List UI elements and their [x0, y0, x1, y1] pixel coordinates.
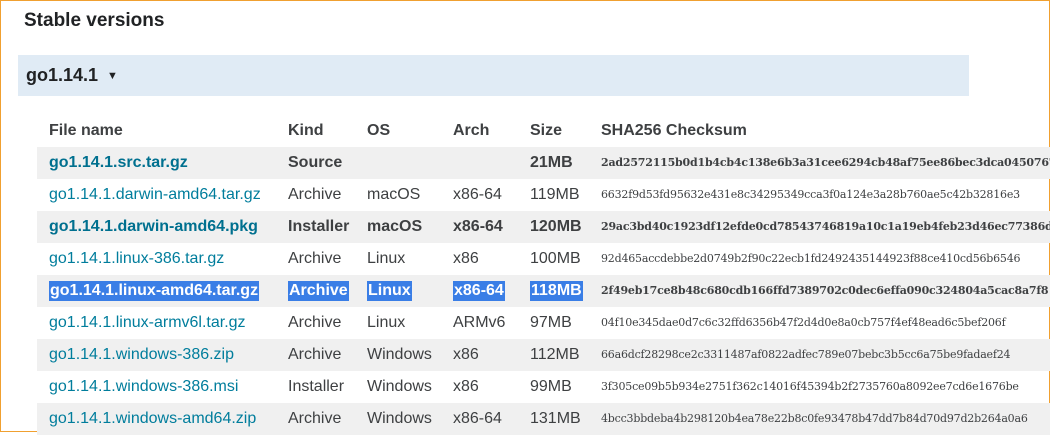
- table-row: go1.14.1.windows-amd64.zip Archive Windo…: [37, 403, 1050, 435]
- downloads-table: File name Kind OS Arch Size SHA256 Check…: [37, 115, 1050, 435]
- size-cell: 21MB: [530, 154, 573, 171]
- file-link[interactable]: go1.14.1.darwin-amd64.tar.gz: [49, 186, 261, 203]
- file-link[interactable]: go1.14.1.linux-386.tar.gz: [49, 250, 224, 267]
- size-cell: 119MB: [530, 186, 580, 203]
- file-link[interactable]: go1.14.1.windows-386.msi: [49, 378, 238, 395]
- os-cell: Linux: [367, 314, 406, 331]
- file-link[interactable]: go1.14.1.linux-amd64.tar.gz: [49, 281, 260, 301]
- caret-down-icon: ▼: [107, 69, 118, 82]
- kind-cell: Archive: [288, 281, 349, 301]
- arch-cell: x86: [453, 378, 479, 395]
- column-header-sha256: SHA256 Checksum: [601, 122, 747, 139]
- checksum-cell: 4bcc3bbdeba4b298120b4ea78e22b8c0fe93478b…: [601, 412, 1028, 425]
- table-row: go1.14.1.darwin-amd64.tar.gz Archive mac…: [37, 179, 1050, 211]
- table-row: go1.14.1.linux-386.tar.gz Archive Linux …: [37, 243, 1050, 275]
- os-cell: macOS: [367, 218, 423, 235]
- size-cell: 131MB: [530, 410, 581, 427]
- section-title: Stable versions: [24, 10, 165, 31]
- arch-cell: x86-64: [453, 186, 502, 203]
- arch-cell: x86-64: [453, 410, 502, 427]
- checksum-cell: 6632f9d53fd95632e431e8c34295349cca3f0a12…: [601, 188, 1020, 201]
- size-cell: 112MB: [530, 346, 580, 363]
- os-cell: Windows: [367, 378, 432, 395]
- kind-cell: Archive: [288, 186, 342, 203]
- kind-cell: Archive: [288, 410, 342, 427]
- kind-cell: Archive: [288, 346, 342, 363]
- table-header: File name Kind OS Arch Size SHA256 Check…: [37, 115, 1050, 147]
- checksum-cell: 2ad2572115b0d1b4cb4c138e6b3a31cee6294cb4…: [601, 156, 1050, 169]
- table-row: go1.14.1.darwin-amd64.pkg Installer macO…: [37, 211, 1050, 243]
- column-header-kind: Kind: [288, 122, 324, 139]
- checksum-cell: 2f49eb17ce8b48c680cdb166ffd7389702c0dec6…: [601, 284, 1049, 297]
- checksum-cell: 04f10e345dae0d7c6c32ffd6356b47f2d4d0e8a0…: [601, 316, 1006, 329]
- checksum-cell: 3f305ce09b5b934e2751f362c14016f45394b2f2…: [601, 380, 1019, 393]
- arch-cell: x86: [453, 250, 479, 267]
- column-header-size: Size: [530, 122, 563, 139]
- kind-cell: Archive: [288, 250, 342, 267]
- kind-cell: Installer: [288, 378, 345, 395]
- size-cell: 100MB: [530, 250, 581, 267]
- arch-cell: x86-64: [453, 281, 505, 301]
- version-toggle[interactable]: go1.14.1 ▼: [18, 55, 969, 96]
- file-link[interactable]: go1.14.1.linux-armv6l.tar.gz: [49, 314, 246, 331]
- os-cell: Linux: [367, 250, 406, 267]
- table-row: go1.14.1.linux-armv6l.tar.gz Archive Lin…: [37, 307, 1050, 339]
- checksum-cell: 29ac3bd40c1923df12efde0cd78543746819a10c…: [601, 220, 1050, 233]
- file-link[interactable]: go1.14.1.windows-386.zip: [49, 346, 234, 363]
- file-link[interactable]: go1.14.1.darwin-amd64.pkg: [49, 218, 258, 235]
- os-cell: Windows: [367, 410, 432, 427]
- column-header-file: File name: [49, 122, 123, 139]
- arch-cell: x86-64: [453, 218, 503, 235]
- arch-cell: x86: [453, 346, 479, 363]
- table-row: go1.14.1.windows-386.zip Archive Windows…: [37, 339, 1050, 371]
- checksum-cell: 92d465accdebbe2d0749b2f90c22ecb1fd249243…: [601, 252, 1021, 265]
- file-link[interactable]: go1.14.1.src.tar.gz: [49, 154, 188, 171]
- table-row: go1.14.1.src.tar.gz Source 21MB 2ad25721…: [37, 147, 1050, 179]
- size-cell: 120MB: [530, 218, 582, 235]
- checksum-cell: 66a6dcf28298ce2c3311487af0822adfec789e07…: [601, 348, 1011, 361]
- table-row: go1.14.1.windows-386.msi Installer Windo…: [37, 371, 1050, 403]
- os-cell: macOS: [367, 186, 421, 203]
- column-header-arch: Arch: [453, 122, 490, 139]
- arch-cell: ARMv6: [453, 314, 506, 331]
- os-cell: Linux: [367, 281, 412, 301]
- column-header-os: OS: [367, 122, 391, 139]
- os-cell: Windows: [367, 346, 432, 363]
- version-label: go1.14.1: [26, 65, 99, 85]
- table-row-selected: go1.14.1.linux-amd64.tar.gz Archive Linu…: [37, 275, 1050, 307]
- kind-cell: Archive: [288, 314, 342, 331]
- size-cell: 118MB: [530, 281, 583, 301]
- kind-cell: Source: [288, 154, 343, 171]
- kind-cell: Installer: [288, 218, 350, 235]
- size-cell: 99MB: [530, 378, 572, 395]
- size-cell: 97MB: [530, 314, 572, 331]
- file-link[interactable]: go1.14.1.windows-amd64.zip: [49, 410, 256, 427]
